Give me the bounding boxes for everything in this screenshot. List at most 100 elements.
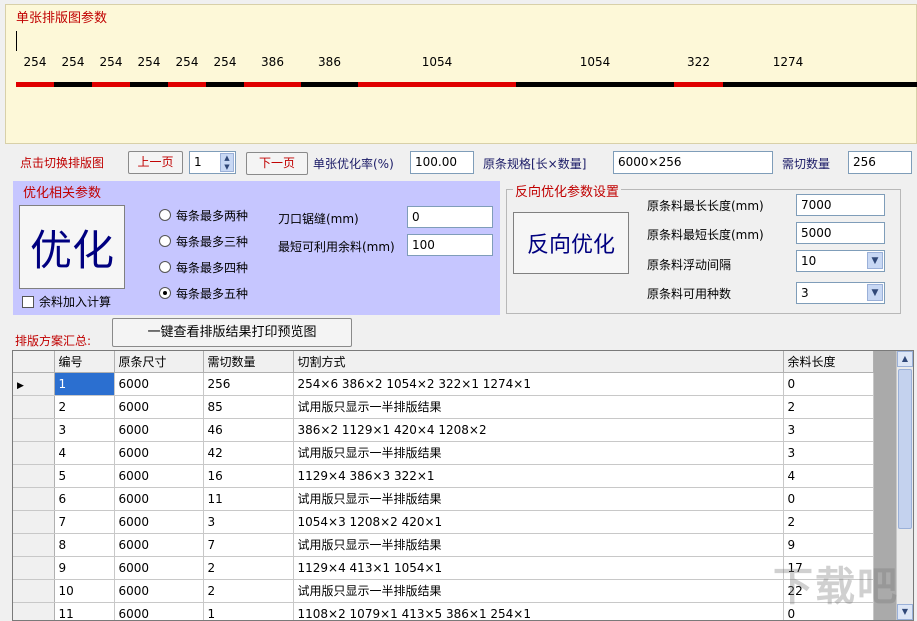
table-cell[interactable]: 1 [54, 372, 115, 396]
radio-button[interactable] [159, 287, 171, 299]
table-cell[interactable]: 试用版只显示一半排版结果 [293, 533, 784, 557]
radio-option[interactable]: 每条最多三种 [159, 232, 248, 250]
table-cell[interactable]: 22 [783, 579, 874, 603]
table-cell[interactable]: 1108×2 1079×1 413×5 386×1 254×1 [293, 602, 784, 620]
table-cell[interactable]: 3 [783, 441, 874, 465]
vertical-scrollbar[interactable]: ▲ ▼ [896, 351, 913, 620]
chevron-down-icon[interactable]: ▼ [867, 284, 883, 301]
row-header[interactable] [13, 418, 55, 442]
scroll-down-icon[interactable]: ▼ [897, 604, 913, 620]
radio-option[interactable]: 每条最多两种 [159, 206, 248, 224]
next-page-button[interactable]: 下一页 [246, 152, 308, 175]
table-cell[interactable]: 1 [203, 602, 294, 620]
results-table[interactable]: 编号 原条尺寸 需切数量 切割方式 余料长度 ▶ 1 6000 256 254×6 38… [12, 350, 914, 621]
min-remnant-field[interactable]: 100 [407, 234, 493, 256]
row-header[interactable] [13, 579, 55, 603]
table-cell[interactable]: 5 [54, 464, 115, 488]
table-row[interactable]: 2 6000 85 试用版只显示一半排版结果 2 [13, 395, 874, 419]
table-cell[interactable]: 2 [203, 556, 294, 580]
table-cell[interactable]: 17 [783, 556, 874, 580]
table-cell[interactable]: 试用版只显示一半排版结果 [293, 395, 784, 419]
table-cell[interactable]: 11 [54, 602, 115, 620]
table-cell[interactable]: 3 [783, 418, 874, 442]
float-interval-select[interactable]: 10 ▼ [796, 250, 885, 272]
print-preview-button[interactable]: 一键查看排版结果打印预览图 [112, 318, 352, 347]
row-header[interactable] [13, 602, 55, 620]
table-cell[interactable]: 6 [54, 487, 115, 511]
table-cell[interactable]: 16 [203, 464, 294, 488]
scroll-up-icon[interactable]: ▲ [897, 351, 913, 367]
table-cell[interactable]: 386×2 1129×1 420×4 1208×2 [293, 418, 784, 442]
row-header[interactable] [13, 556, 55, 580]
radio-button[interactable] [159, 261, 171, 273]
table-cell[interactable]: 4 [783, 464, 874, 488]
table-row[interactable]: 9 6000 2 1129×4 413×1 1054×1 17 [13, 556, 874, 580]
table-cell[interactable]: 试用版只显示一半排版结果 [293, 487, 784, 511]
table-cell[interactable]: 0 [783, 602, 874, 620]
page-stepper[interactable]: 1 ▲ ▼ [189, 151, 236, 174]
table-cell[interactable]: 6000 [114, 395, 204, 419]
table-cell[interactable]: 6000 [114, 579, 204, 603]
row-header[interactable] [13, 510, 55, 534]
table-cell[interactable]: 1129×4 386×3 322×1 [293, 464, 784, 488]
stepper-arrows-icon[interactable]: ▲ ▼ [220, 153, 234, 172]
table-row[interactable]: 8 6000 7 试用版只显示一半排版结果 9 [13, 533, 874, 557]
radio-button[interactable] [159, 235, 171, 247]
chevron-down-icon[interactable]: ▼ [867, 252, 883, 269]
table-cell[interactable]: 0 [783, 487, 874, 511]
table-cell[interactable]: 46 [203, 418, 294, 442]
table-cell[interactable]: 1129×4 413×1 1054×1 [293, 556, 784, 580]
table-row[interactable]: 11 6000 1 1108×2 1079×1 413×5 386×1 254×1 0 [13, 602, 874, 620]
scroll-thumb[interactable] [898, 369, 912, 529]
table-cell[interactable]: 7 [54, 510, 115, 534]
rate-field[interactable]: 100.00 [410, 151, 474, 174]
table-cell[interactable]: 8 [54, 533, 115, 557]
table-cell[interactable]: 6000 [114, 602, 204, 620]
table-row[interactable]: 6 6000 11 试用版只显示一半排版结果 0 [13, 487, 874, 511]
qty-field[interactable]: 256 [848, 151, 912, 174]
table-cell[interactable]: 0 [783, 372, 874, 396]
table-cell[interactable]: 11 [203, 487, 294, 511]
table-cell[interactable]: 3 [203, 510, 294, 534]
spec-field[interactable]: 6000×256 [613, 151, 773, 174]
row-header[interactable] [13, 464, 55, 488]
table-cell[interactable]: 6000 [114, 372, 204, 396]
table-row[interactable]: ▶ 1 6000 256 254×6 386×2 1054×2 322×1 1274×1… [13, 372, 874, 396]
table-cell[interactable]: 2 [54, 395, 115, 419]
table-row[interactable]: 3 6000 46 386×2 1129×1 420×4 1208×2 3 [13, 418, 874, 442]
table-cell[interactable]: 6000 [114, 418, 204, 442]
reverse-optimize-button[interactable]: 反向优化 [513, 212, 629, 274]
radio-button[interactable] [159, 209, 171, 221]
max-length-field[interactable]: 7000 [796, 194, 885, 216]
table-cell[interactable]: 9 [54, 556, 115, 580]
table-cell[interactable]: 2 [783, 510, 874, 534]
table-cell[interactable]: 试用版只显示一半排版结果 [293, 441, 784, 465]
table-cell[interactable]: 2 [203, 579, 294, 603]
radio-option[interactable]: 每条最多四种 [159, 258, 248, 276]
table-cell[interactable]: 7 [203, 533, 294, 557]
table-cell[interactable]: 9 [783, 533, 874, 557]
column-header[interactable]: 原条尺寸 [114, 351, 204, 373]
table-cell[interactable]: 6000 [114, 441, 204, 465]
table-cell[interactable]: 3 [54, 418, 115, 442]
optimize-button[interactable]: 优化 [19, 205, 125, 289]
row-header[interactable] [13, 395, 55, 419]
kerf-field[interactable]: 0 [407, 206, 493, 228]
table-cell[interactable]: 6000 [114, 487, 204, 511]
prev-page-button[interactable]: 上一页 [128, 151, 183, 174]
table-cell[interactable]: 4 [54, 441, 115, 465]
remnant-checkbox[interactable] [22, 295, 34, 308]
table-row[interactable]: 7 6000 3 1054×3 1208×2 420×1 2 [13, 510, 874, 534]
table-cell[interactable]: 6000 [114, 510, 204, 534]
row-header[interactable] [13, 441, 55, 465]
table-row[interactable]: 10 6000 2 试用版只显示一半排版结果 22 [13, 579, 874, 603]
usable-kinds-select[interactable]: 3 ▼ [796, 282, 885, 304]
min-length-field[interactable]: 5000 [796, 222, 885, 244]
cutting-bar[interactable] [16, 82, 917, 87]
table-cell[interactable]: 85 [203, 395, 294, 419]
table-cell[interactable]: 42 [203, 441, 294, 465]
table-cell[interactable]: 2 [783, 395, 874, 419]
table-cell[interactable]: 254×6 386×2 1054×2 322×1 1274×1 [293, 372, 784, 396]
row-header[interactable] [13, 533, 55, 557]
row-header[interactable]: ▶ [13, 372, 55, 396]
